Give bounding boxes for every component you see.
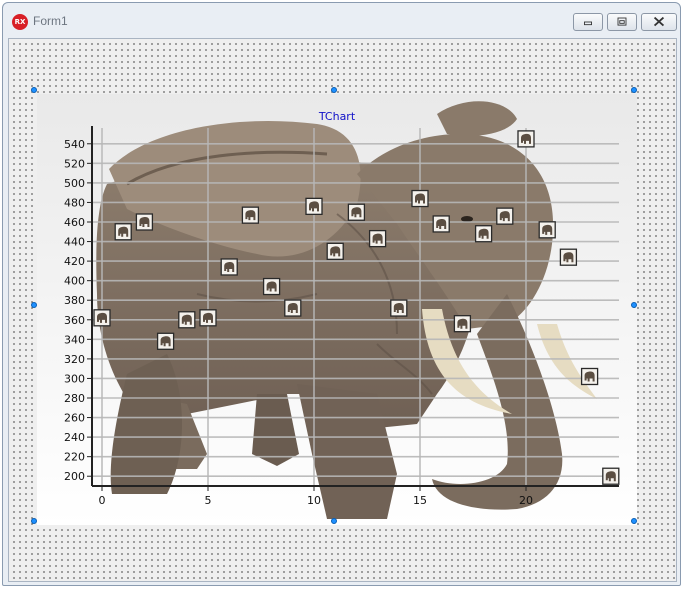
y-tick-label: 200: [64, 470, 85, 483]
elephant-icon: [605, 471, 616, 482]
elephant-icon: [330, 246, 341, 257]
data-point: [178, 311, 196, 329]
y-tick-label: 280: [64, 392, 85, 405]
y-tick-label: 520: [64, 157, 85, 170]
y-tick-label: 440: [64, 236, 85, 249]
data-point: [474, 225, 493, 243]
y-tick-label: 300: [64, 372, 85, 385]
resize-handle-bottom-right[interactable]: [631, 518, 637, 524]
elephant-icon: [372, 233, 383, 244]
data-point: [453, 315, 472, 333]
y-tick-label: 460: [64, 216, 85, 229]
elephant-icon: [139, 217, 150, 227]
resize-handle-top-right[interactable]: [631, 87, 637, 93]
y-tick-label: 320: [64, 353, 85, 366]
y-tick-label: 540: [64, 138, 85, 151]
x-tick-label: 15: [413, 494, 427, 507]
elephant-icon: [245, 210, 256, 221]
tchart-control[interactable]: 200 220 240 260 280 300 320 340 360 380 400 420 440 4…: [37, 94, 637, 525]
y-tick-label: 380: [64, 294, 85, 307]
x-tick-label: 20: [519, 494, 533, 507]
data-point: [368, 229, 387, 248]
data-point: [135, 213, 154, 231]
elephant-icon: [266, 281, 277, 292]
data-point: [326, 242, 344, 260]
elephant-icon: [393, 303, 404, 314]
close-icon: [653, 16, 665, 27]
y-tick-label: 480: [64, 196, 85, 209]
resize-handle-left[interactable]: [31, 302, 37, 308]
resize-handle-top-left[interactable]: [31, 87, 37, 93]
x-tick-label: 10: [307, 494, 321, 507]
maximize-button[interactable]: [607, 13, 637, 31]
maximize-icon: [617, 17, 627, 26]
chart-svg: 2002202402602803003203403603804004204404…: [64, 101, 620, 519]
data-point: [517, 130, 535, 148]
x-tick-label: 5: [205, 494, 212, 507]
data-point: [199, 309, 217, 327]
y-tick-label: 420: [64, 255, 85, 268]
elephant-icon: [521, 133, 531, 144]
elephant-icon: [499, 211, 510, 222]
elephant-icon: [478, 228, 489, 239]
y-tick-label: 240: [64, 431, 85, 444]
x-tick-label: 0: [99, 494, 106, 507]
elephant-icon: [203, 312, 213, 323]
data-point: [602, 467, 620, 485]
close-button[interactable]: [641, 13, 677, 31]
y-tick-label: 220: [64, 451, 85, 464]
elephant-icon: [584, 371, 595, 382]
y-tick-label: 260: [64, 412, 85, 425]
form-window: RX Form1 200 220 240 260 280 300 320 340…: [2, 2, 681, 586]
minimize-button[interactable]: [573, 13, 603, 31]
elephant-icon: [287, 303, 298, 314]
elephant-icon: [436, 218, 447, 229]
chart-title: TChart: [318, 110, 356, 123]
data-point: [241, 206, 260, 224]
resize-handle-top[interactable]: [331, 87, 337, 93]
data-point: [390, 299, 408, 317]
data-point: [559, 248, 578, 266]
elephant-icon: [181, 314, 192, 325]
elephant-icon: [563, 252, 574, 263]
data-point: [305, 197, 323, 216]
elephant-icon: [97, 312, 107, 323]
y-tick-label: 360: [64, 314, 85, 327]
data-point: [262, 277, 281, 296]
elephant-icon: [415, 193, 425, 204]
y-tick-label: 500: [64, 177, 85, 190]
data-point: [156, 332, 175, 350]
resize-handle-bottom-left[interactable]: [31, 518, 37, 524]
title-bar[interactable]: RX Form1: [3, 3, 680, 37]
resize-handle-right[interactable]: [631, 302, 637, 308]
resize-handle-bottom[interactable]: [331, 518, 337, 524]
app-icon: RX: [12, 14, 28, 30]
data-point: [93, 309, 111, 327]
elephant-icon: [351, 207, 362, 218]
data-point: [538, 221, 556, 239]
window-title: Form1: [33, 14, 68, 28]
y-tick-label: 400: [64, 275, 85, 288]
form-client-area[interactable]: 200 220 240 260 280 300 320 340 360 380 400 420 440 4…: [8, 38, 677, 582]
data-point: [220, 258, 238, 276]
data-point: [580, 367, 599, 386]
data-point: [114, 223, 132, 241]
data-point: [411, 189, 429, 208]
data-point: [284, 299, 302, 317]
data-point: [347, 203, 366, 221]
elephant-icon: [224, 261, 235, 272]
data-point: [496, 207, 514, 225]
elephant-icon: [542, 224, 553, 235]
y-tick-label: 340: [64, 333, 85, 346]
minimize-icon: [584, 21, 592, 26]
elephant-icon: [118, 226, 129, 237]
elephant-icon: [457, 318, 468, 329]
data-point: [432, 215, 450, 233]
elephant-icon: [309, 201, 319, 212]
